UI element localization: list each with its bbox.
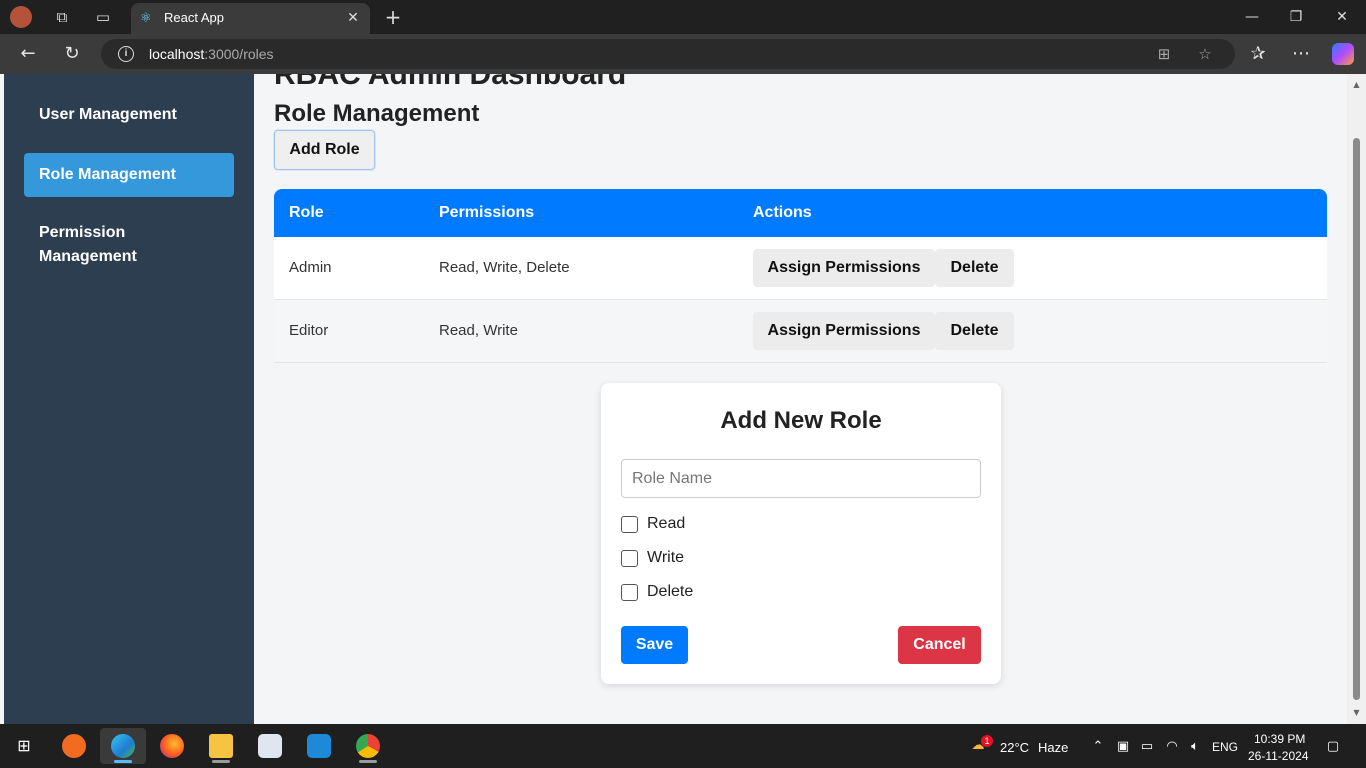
- table-row: Editor Read, Write Assign Permissions De…: [274, 300, 1327, 363]
- running-indicator: [212, 760, 230, 763]
- language-indicator[interactable]: ENG: [1212, 740, 1238, 754]
- app-icon: [62, 734, 86, 758]
- taskbar-app-edge[interactable]: [100, 728, 146, 764]
- address-bar[interactable]: i localhost:3000/roles ⊞ ☆: [101, 39, 1235, 69]
- chrome-icon: [356, 734, 380, 758]
- volume-icon[interactable]: 🔈︎: [1186, 738, 1204, 756]
- save-button[interactable]: Save: [621, 626, 688, 664]
- page-title: Role Management: [274, 100, 480, 127]
- close-tab-icon[interactable]: ✕: [344, 9, 362, 27]
- modal-title: Add New Role: [720, 407, 882, 434]
- dashboard-title: RBAC Admin Dashboard: [274, 74, 627, 91]
- browser-tab[interactable]: ⚛ React App ✕: [131, 3, 370, 34]
- roles-table: Role Permissions Actions Admin Read, Wri…: [274, 189, 1327, 363]
- url-text: localhost:3000/roles: [149, 46, 274, 62]
- firefox-icon: [160, 734, 184, 758]
- new-tab-icon[interactable]: +: [381, 5, 405, 29]
- tab-title: React App: [164, 10, 224, 25]
- role-cell: Editor: [289, 322, 329, 339]
- main-content: RBAC Admin Dashboard Role Management Add…: [254, 74, 1347, 724]
- taskbar-app-orange[interactable]: [51, 728, 97, 764]
- page-viewport: User Management Role Management Permissi…: [0, 74, 1366, 724]
- sidebar: User Management Role Management Permissi…: [4, 74, 254, 724]
- permissions-cell: Read, Write: [439, 322, 518, 339]
- table-header: Role Permissions Actions: [274, 189, 1327, 237]
- scroll-up-icon[interactable]: ▲: [1351, 80, 1362, 90]
- role-cell: Admin: [289, 259, 332, 276]
- chevron-up-icon[interactable]: ⌃: [1089, 738, 1107, 756]
- site-info-icon[interactable]: i: [118, 46, 134, 62]
- clock-time[interactable]: 10:39 PM: [1254, 732, 1305, 746]
- browser-title-bar: ⧉ ▭ ⚛ React App ✕ + — ❐ ✕: [0, 0, 1366, 34]
- profile-avatar-icon[interactable]: [10, 6, 32, 28]
- taskbar-app-file-explorer[interactable]: [198, 728, 244, 764]
- taskbar-app-notepad[interactable]: [247, 728, 293, 764]
- folder-icon: [209, 734, 233, 758]
- close-window-icon[interactable]: ✕: [1330, 5, 1354, 29]
- checkbox-label: Write: [647, 549, 685, 566]
- permissions-cell: Read, Write, Delete: [439, 259, 570, 276]
- taskbar-app-firefox[interactable]: [149, 728, 195, 764]
- scroll-thumb[interactable]: [1353, 138, 1360, 700]
- browser-toolbar: ← ↻ i localhost:3000/roles ⊞ ☆ ✰ ⋯: [0, 34, 1366, 74]
- tab-actions-icon[interactable]: ▭: [92, 6, 114, 28]
- checkbox[interactable]: [621, 550, 638, 567]
- weather-badge: 1: [981, 735, 993, 747]
- sidebar-item-permission-management[interactable]: Permission Management: [24, 221, 174, 269]
- checkbox-label: Delete: [647, 583, 694, 600]
- checkbox[interactable]: [621, 584, 638, 601]
- clock-date[interactable]: 26-11-2024: [1248, 749, 1309, 763]
- battery-icon[interactable]: ▭: [1138, 738, 1156, 756]
- back-icon[interactable]: ←: [15, 42, 41, 66]
- weather-description[interactable]: Haze: [1038, 740, 1068, 755]
- url-path: :3000/roles: [204, 46, 274, 62]
- assign-permissions-button[interactable]: Assign Permissions: [753, 312, 935, 350]
- notepad-icon: [258, 734, 282, 758]
- assign-permissions-button[interactable]: Assign Permissions: [753, 249, 935, 287]
- windows-taskbar: ⊞ ☁ 1 22°C Haze ⌃ ▣ ▭ ◠ 🔈︎ ENG 10:39 PM …: [0, 724, 1366, 768]
- favorite-star-icon[interactable]: ☆: [1195, 44, 1215, 64]
- add-role-button[interactable]: Add Role: [274, 130, 375, 170]
- column-header-permissions: Permissions: [439, 204, 535, 221]
- meet-now-icon[interactable]: ▣: [1114, 738, 1132, 756]
- workspaces-icon[interactable]: ⧉: [51, 6, 73, 28]
- restore-icon[interactable]: ❐: [1284, 5, 1308, 29]
- taskbar-app-vscode[interactable]: [296, 728, 342, 764]
- checkbox[interactable]: [621, 516, 638, 533]
- active-indicator: [114, 760, 132, 763]
- copilot-icon[interactable]: [1332, 43, 1354, 65]
- running-indicator: [359, 760, 377, 763]
- add-role-modal: Add New Role Read Write Delete Save Canc…: [601, 383, 1001, 684]
- refresh-icon[interactable]: ↻: [59, 42, 85, 66]
- checkbox-label: Read: [647, 515, 686, 532]
- more-menu-icon[interactable]: ⋯: [1288, 42, 1314, 66]
- column-header-actions: Actions: [753, 204, 812, 221]
- wifi-icon[interactable]: ◠: [1163, 738, 1181, 756]
- page-scrollbar[interactable]: ▲ ▼: [1347, 74, 1366, 724]
- edge-icon: [111, 734, 135, 758]
- taskbar-app-chrome[interactable]: [345, 728, 391, 764]
- role-name-input[interactable]: [621, 459, 981, 498]
- delete-button[interactable]: Delete: [935, 249, 1014, 287]
- sidebar-item-user-management[interactable]: User Management: [24, 103, 234, 127]
- app-available-icon[interactable]: ⊞: [1154, 44, 1174, 64]
- weather-temperature[interactable]: 22°C: [1000, 740, 1029, 755]
- minimize-icon[interactable]: —: [1240, 5, 1264, 29]
- url-host: localhost: [149, 46, 205, 62]
- notifications-icon[interactable]: ▢: [1324, 738, 1342, 756]
- column-header-role: Role: [289, 204, 324, 221]
- sidebar-item-role-management[interactable]: Role Management: [24, 153, 234, 197]
- windows-start-icon[interactable]: ⊞: [14, 737, 34, 757]
- delete-button[interactable]: Delete: [935, 312, 1014, 350]
- table-row: Admin Read, Write, Delete Assign Permiss…: [274, 237, 1327, 300]
- cancel-button[interactable]: Cancel: [898, 626, 981, 664]
- react-logo-icon: ⚛: [140, 11, 152, 26]
- favorites-icon[interactable]: ✰: [1245, 42, 1271, 66]
- vscode-icon: [307, 734, 331, 758]
- scroll-down-icon[interactable]: ▼: [1351, 708, 1362, 718]
